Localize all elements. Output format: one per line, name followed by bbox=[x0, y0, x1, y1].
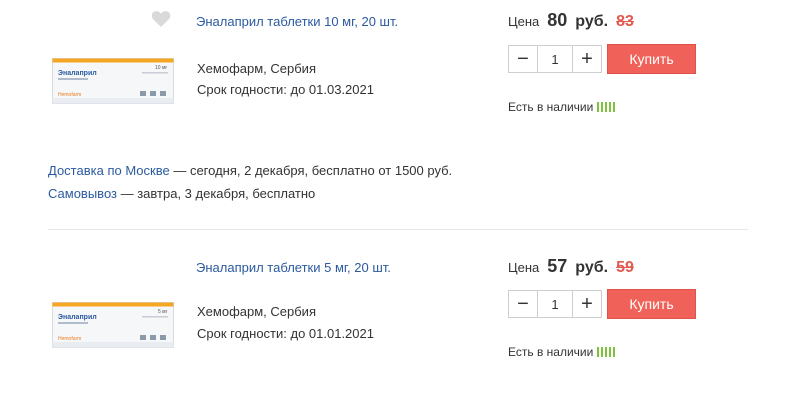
quantity-stepper[interactable]: − 1 + bbox=[508, 290, 602, 318]
quantity-value[interactable]: 1 bbox=[537, 291, 573, 317]
price-block: Цена 57 руб. 59 bbox=[508, 256, 634, 277]
svg-text:Эналаприл: Эналаприл bbox=[58, 314, 97, 321]
medicine-box-icon: Эналаприл 10 мг Hemofarm bbox=[52, 58, 174, 104]
stock-label: Есть в наличии bbox=[508, 100, 594, 114]
buy-button[interactable]: Купить bbox=[607, 289, 696, 319]
currency: руб. bbox=[575, 259, 609, 276]
svg-text:5 мг: 5 мг bbox=[158, 309, 168, 315]
divider bbox=[48, 229, 748, 230]
pickup-link[interactable]: Самовывоз bbox=[48, 186, 117, 201]
product-title-link[interactable]: Эналаприл таблетки 5 мг, 20 шт. bbox=[196, 260, 391, 275]
stock-level-icon bbox=[597, 102, 616, 112]
product-title-link[interactable]: Эналаприл таблетки 10 мг, 20 шт. bbox=[196, 14, 398, 29]
price-block: Цена 80 руб. 83 bbox=[508, 10, 634, 31]
minus-icon[interactable]: − bbox=[509, 291, 537, 317]
current-price: 57 bbox=[547, 256, 568, 276]
minus-icon[interactable]: − bbox=[509, 46, 537, 72]
pickup-text: — завтра, 3 декабря, бесплатно bbox=[117, 186, 316, 201]
buy-button[interactable]: Купить bbox=[607, 44, 696, 74]
medicine-box-icon: Эналаприл 5 мг Hemofarm bbox=[52, 302, 174, 348]
stock-status: Есть в наличии bbox=[508, 100, 616, 114]
quantity-value[interactable]: 1 bbox=[537, 46, 573, 72]
product-image[interactable]: Эналаприл 5 мг Hemofarm bbox=[52, 302, 174, 353]
delivery-moscow-text: — сегодня, 2 декабря, бесплатно от 1500 … bbox=[169, 163, 453, 178]
quantity-stepper[interactable]: − 1 + bbox=[508, 45, 602, 73]
product-image[interactable]: Эналаприл 10 мг Hemofarm bbox=[52, 58, 174, 109]
stock-level-icon bbox=[597, 347, 616, 357]
expiry-date: Срок годности: до 01.01.2021 bbox=[197, 326, 374, 341]
plus-icon[interactable]: + bbox=[573, 291, 601, 317]
delivery-moscow-link[interactable]: Доставка по Москве bbox=[48, 163, 170, 178]
current-price: 80 bbox=[547, 10, 568, 30]
plus-icon[interactable]: + bbox=[573, 46, 601, 72]
price-label: Цена bbox=[508, 260, 540, 275]
favorite-heart-icon[interactable] bbox=[151, 10, 173, 30]
svg-text:Hemofarm: Hemofarm bbox=[58, 92, 81, 98]
svg-text:10 мг: 10 мг bbox=[155, 65, 167, 71]
delivery-pickup: Самовывоз — завтра, 3 декабря, бесплатно bbox=[48, 186, 315, 201]
manufacturer: Хемофарм, Сербия bbox=[197, 304, 316, 319]
svg-text:Эналаприл: Эналаприл bbox=[58, 70, 97, 77]
expiry-date: Срок годности: до 01.03.2021 bbox=[197, 82, 374, 97]
old-price: 59 bbox=[616, 259, 634, 276]
stock-label: Есть в наличии bbox=[508, 345, 594, 359]
currency: руб. bbox=[575, 13, 609, 30]
price-label: Цена bbox=[508, 14, 540, 29]
stock-status: Есть в наличии bbox=[508, 345, 616, 359]
delivery-moscow: Доставка по Москве — сегодня, 2 декабря,… bbox=[48, 163, 452, 178]
svg-text:Hemofarm: Hemofarm bbox=[58, 336, 81, 342]
old-price: 83 bbox=[616, 13, 634, 30]
manufacturer: Хемофарм, Сербия bbox=[197, 61, 316, 76]
